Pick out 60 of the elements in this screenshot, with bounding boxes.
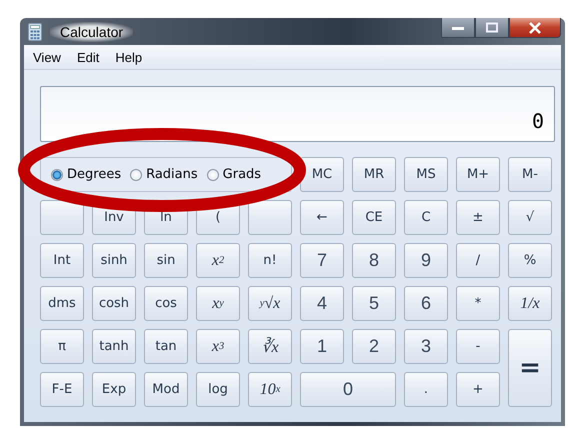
calculator-key[interactable]: tan <box>144 329 188 364</box>
calculator-key[interactable]: n! <box>248 243 292 278</box>
close-button[interactable] <box>509 18 561 38</box>
calculator-key[interactable]: tanh <box>92 329 136 364</box>
calculator-key[interactable]: cosh <box>92 286 136 321</box>
calculator-key[interactable]: 1 <box>300 329 344 364</box>
calculator-key[interactable]: π <box>40 329 84 364</box>
angle-unit-radio[interactable]: Grads <box>206 167 262 182</box>
calculator-key[interactable]: MC <box>300 157 344 192</box>
calculator-key[interactable]: Mod <box>144 372 188 407</box>
calculator-key[interactable]: / <box>456 243 500 278</box>
calculator-key[interactable]: 3 <box>404 329 448 364</box>
calculator-key[interactable]: + <box>456 372 500 407</box>
calculator-key[interactable]: % <box>508 243 552 278</box>
calculator-key[interactable]: Int <box>40 243 84 278</box>
menu-item[interactable]: Edit <box>76 50 100 64</box>
calculator-key[interactable] <box>248 200 292 235</box>
calculator-key[interactable]: F-E <box>40 372 84 407</box>
calculator-key[interactable]: 6 <box>404 286 448 321</box>
calculator-key[interactable]: 0 <box>300 372 396 407</box>
calculator-key[interactable]: 4 <box>300 286 344 321</box>
calculator-key[interactable]: ∛x <box>248 329 292 364</box>
calculator-key[interactable] <box>40 200 84 235</box>
calculator-key[interactable]: Exp <box>92 372 136 407</box>
calculator-key[interactable]: - <box>456 329 500 364</box>
calculator-key[interactable]: . <box>404 372 448 407</box>
minimize-icon <box>451 24 465 30</box>
calculator-key[interactable]: sin <box>144 243 188 278</box>
calculator-key[interactable]: = <box>508 329 552 407</box>
calculator-key[interactable]: ← <box>300 200 344 235</box>
minimize-button[interactable] <box>441 18 475 38</box>
window-title: Calculator <box>50 22 134 42</box>
menu-item[interactable]: Help <box>115 50 142 64</box>
calculator-key[interactable]: * <box>456 286 500 321</box>
calculator-key[interactable]: C <box>404 200 448 235</box>
menu-item[interactable]: View <box>33 50 61 64</box>
close-icon <box>528 22 542 34</box>
angle-unit-radio[interactable]: Degrees <box>51 167 122 182</box>
calculator-key[interactable]: cos <box>144 286 188 321</box>
calculator-icon <box>28 22 42 40</box>
calculator-key[interactable]: log <box>196 372 240 407</box>
calculator-key[interactable]: sinh <box>92 243 136 278</box>
calculator-key[interactable]: dms <box>40 286 84 321</box>
calculator-key[interactable]: ± <box>456 200 500 235</box>
maximize-icon <box>485 22 499 34</box>
calculator-key[interactable]: √ <box>508 200 552 235</box>
maximize-button[interactable] <box>475 18 509 38</box>
calculator-key[interactable]: 2 <box>352 329 396 364</box>
calculator-key[interactable]: 9 <box>404 243 448 278</box>
calculator-key[interactable]: MS <box>404 157 448 192</box>
calculator-key[interactable]: 7 <box>300 243 344 278</box>
calculator-key[interactable]: 5 <box>352 286 396 321</box>
calculator-key[interactable]: 1/x <box>508 286 552 321</box>
calculator-key[interactable]: MR <box>352 157 396 192</box>
angle-unit-radio[interactable]: Radians <box>130 167 198 182</box>
calculator-key[interactable]: M- <box>508 157 552 192</box>
calculator-key[interactable]: CE <box>352 200 396 235</box>
calculator-key[interactable]: M+ <box>456 157 500 192</box>
calculator-key[interactable]: 8 <box>352 243 396 278</box>
display-value: 0 <box>532 109 544 133</box>
